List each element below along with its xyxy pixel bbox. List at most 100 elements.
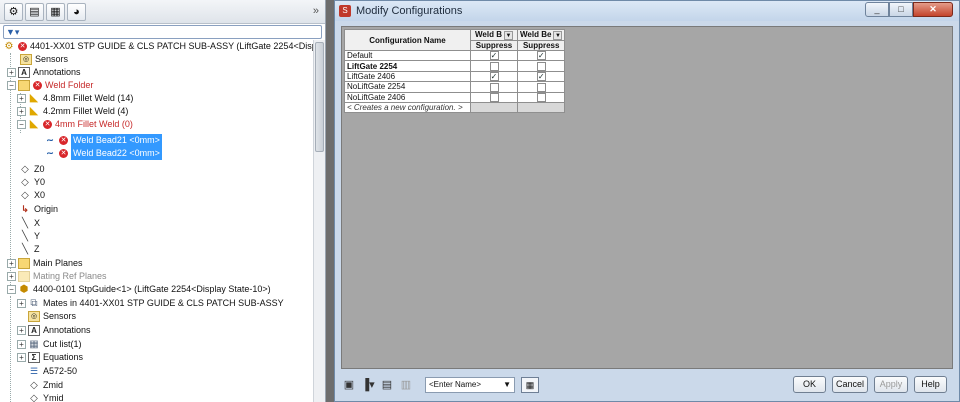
tree-item-origin[interactable]: ↳ Origin	[19, 203, 58, 216]
table-row[interactable]: LiftGate 2406 ✓ ✓	[344, 70, 566, 83]
tree-item-mating-ref-planes[interactable]: + Mating Ref Planes	[7, 270, 107, 283]
collapse-icon[interactable]: −	[7, 81, 16, 90]
feature-manager-tree: ⚙ ▤ ▦ ◕ » ▼▾ ⚙ ✕ 4401-XX01 STP GUIDE & C…	[0, 0, 326, 402]
expand-icon[interactable]: +	[7, 259, 16, 268]
configuration-name-cell[interactable]: Default	[344, 49, 471, 62]
tree-item-equations[interactable]: + Σ Equations	[17, 351, 83, 364]
suppress-checkbox[interactable]	[536, 92, 546, 102]
tree-item-sensors[interactable]: ◎ Sensors	[20, 53, 68, 66]
plane-icon: ◇	[21, 190, 29, 201]
suppress-checkbox[interactable]: ✓	[489, 51, 499, 61]
tree-item-zmid[interactable]: ◇ Zmid	[28, 379, 63, 392]
close-button[interactable]: ✕	[913, 2, 953, 17]
chevron-right-icon[interactable]: »	[313, 5, 319, 17]
tree-list: ⚙ ✕ 4401-XX01 STP GUIDE & CLS PATCH SUB-…	[0, 40, 325, 402]
annotations-icon: A	[18, 67, 30, 78]
tree-item-fillet-weld-48[interactable]: + ◣ 4.8mm Fillet Weld (14)	[17, 92, 133, 105]
tree-item-part-annotations[interactable]: + A Annotations	[17, 324, 91, 337]
suppress-checkbox[interactable]	[489, 82, 499, 92]
help-button[interactable]: Help	[914, 376, 947, 393]
configuration-name-header: Configuration Name	[344, 29, 471, 51]
collapse-icon[interactable]: −	[7, 285, 16, 294]
tree-item-axis-z[interactable]: ╲ Z	[19, 243, 40, 256]
tree-item-stp-guide-part[interactable]: − ⬢ 4400-0101 StpGuide<1> (LiftGate 2254…	[7, 283, 271, 296]
minimize-button[interactable]: _	[865, 2, 889, 17]
tree-item-cut-list[interactable]: + ▦ Cut list(1)	[17, 338, 82, 351]
configuration-name-cell[interactable]: LiftGate 2406	[344, 70, 471, 83]
expand-icon[interactable]: +	[17, 107, 26, 116]
suppress-checkbox[interactable]	[489, 92, 499, 102]
tree-scrollbar[interactable]	[313, 40, 325, 402]
suppress-checkbox[interactable]	[536, 61, 546, 71]
table-row[interactable]: LiftGate 2254	[344, 60, 566, 72]
dropdown-arrow-icon[interactable]: ▼	[503, 30, 513, 40]
configuration-name-cell[interactable]: LiftGate 2254	[344, 60, 471, 72]
configuration-name-cell[interactable]: NoLiftGate 2406	[344, 91, 471, 103]
tree-scrollbar-thumb[interactable]	[315, 42, 324, 152]
tree-filter-input[interactable]: ▼▾	[3, 25, 322, 39]
property-manager-tab-icon[interactable]: ▤	[25, 2, 44, 21]
tree-item-ymid[interactable]: ◇ Ymid	[28, 392, 63, 402]
tree-item-z0[interactable]: ◇ Z0	[19, 163, 44, 176]
feature-manager-tab-icon[interactable]: ⚙	[4, 2, 23, 21]
expand-icon[interactable]: +	[17, 94, 26, 103]
tree-item-axis-x[interactable]: ╲ X	[19, 217, 40, 230]
expand-icon[interactable]: +	[17, 340, 26, 349]
display-manager-tab-icon[interactable]: ◕	[67, 2, 86, 21]
dropdown-arrow-icon[interactable]: ▼	[553, 30, 563, 40]
table-view-icon[interactable]: ▦	[521, 377, 539, 393]
tree-item-fillet-weld-42[interactable]: + ◣ 4.2mm Fillet Weld (4)	[17, 105, 128, 118]
table-row[interactable]: NoLiftGate 2406	[344, 91, 566, 103]
tree-item-material[interactable]: ☰ A572-50	[28, 365, 77, 378]
tree-item-part-sensors[interactable]: ◎ Sensors	[28, 310, 76, 323]
weld-bead21-header[interactable]: Weld B ▼	[470, 29, 518, 41]
tree-item-weld-folder[interactable]: − ✕ Weld Folder	[7, 79, 93, 92]
tree-item-y0[interactable]: ◇ Y0	[19, 176, 45, 189]
configuration-name-cell[interactable]: NoLiftGate 2254	[344, 81, 471, 93]
suppress-header-2: Suppress	[516, 39, 566, 52]
dialog-title-bar[interactable]: S Modify Configurations _ □ ✕	[335, 1, 959, 21]
table-row[interactable]: NoLiftGate 2254	[344, 81, 566, 93]
apply-button[interactable]: Apply	[874, 376, 908, 393]
tree-item-annotations[interactable]: + A Annotations	[7, 66, 81, 79]
open-view-icon[interactable]: ▤	[379, 378, 395, 392]
table-row[interactable]: Default ✓ ✓	[344, 49, 566, 62]
expand-icon[interactable]: +	[17, 299, 26, 308]
solidworks-app-icon: S	[339, 5, 351, 17]
new-configuration-cell[interactable]: < Creates a new configuration. >	[344, 101, 471, 113]
weld-bead22-header[interactable]: Weld Be ▼	[516, 29, 566, 41]
chevron-down-icon: ▼	[503, 380, 511, 389]
tree-root-assembly[interactable]: ⚙ ✕ 4401-XX01 STP GUIDE & CLS PATCH SUB-…	[3, 40, 325, 53]
configuration-manager-tab-icon[interactable]: ▦	[46, 2, 65, 21]
ok-button[interactable]: OK	[793, 376, 826, 393]
view-name-combo[interactable]: <Enter Name> ▼	[425, 377, 515, 393]
suppress-checkbox[interactable]: ✓	[489, 72, 499, 82]
expand-icon[interactable]: +	[7, 68, 16, 77]
save-view-icon[interactable]: ▥	[398, 378, 414, 392]
maximize-button[interactable]: □	[889, 2, 913, 17]
tree-item-mates[interactable]: + ⧉ Mates in 4401-XX01 STP GUIDE & CLS P…	[17, 297, 284, 310]
select-all-icon[interactable]: ▣	[341, 378, 357, 392]
new-configuration-row[interactable]: < Creates a new configuration. >	[344, 101, 566, 113]
expand-icon[interactable]: +	[17, 326, 26, 335]
tree-item-main-planes[interactable]: + Main Planes	[7, 257, 83, 270]
collapse-icon[interactable]: −	[17, 120, 26, 129]
parameters-icon[interactable]: ▐▾	[360, 378, 376, 392]
tree-item-weld-bead-21[interactable]: ∼ ✕ Weld Bead21 <0mm>	[44, 134, 162, 147]
expand-icon[interactable]: +	[17, 353, 26, 362]
suppress-checkbox[interactable]: ✓	[536, 72, 546, 82]
folder-icon	[18, 258, 30, 269]
suppress-header-1: Suppress	[470, 39, 518, 52]
tree-item-fillet-weld-4[interactable]: − ◣ ✕ 4mm Fillet Weld (0)	[17, 118, 133, 131]
tree-item-x0[interactable]: ◇ X0	[19, 189, 45, 202]
weld-bead-icon: ∼	[46, 135, 54, 145]
tree-item-weld-bead-22[interactable]: ∼ ✕ Weld Bead22 <0mm>	[44, 147, 162, 160]
suppress-checkbox[interactable]: ✓	[536, 51, 546, 61]
tree-item-axis-y[interactable]: ╲ Y	[19, 230, 40, 243]
suppress-checkbox[interactable]	[489, 61, 499, 71]
panel-splitter[interactable]	[326, 0, 334, 402]
plane-icon: ◇	[21, 177, 29, 188]
suppress-checkbox[interactable]	[536, 82, 546, 92]
expand-icon[interactable]: +	[7, 272, 16, 281]
cancel-button[interactable]: Cancel	[832, 376, 868, 393]
